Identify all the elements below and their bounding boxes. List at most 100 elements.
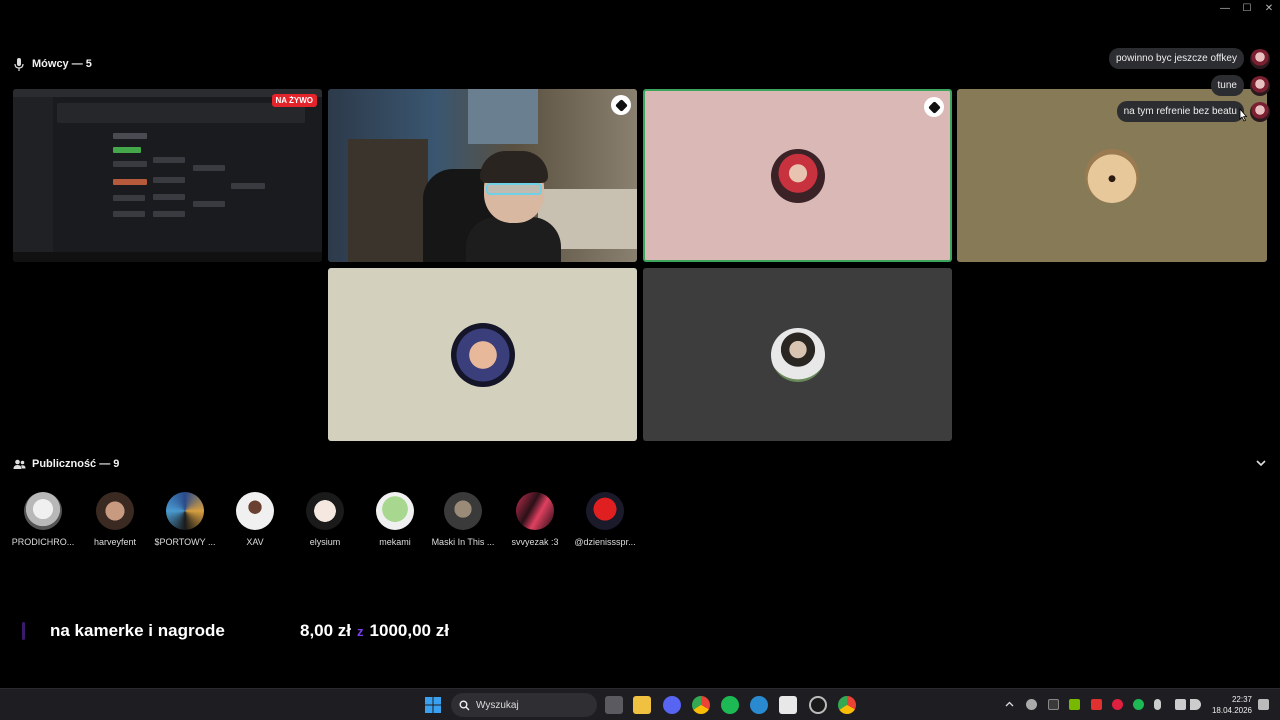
participant-tile-portrait[interactable] [643,268,952,441]
member-avatar [586,492,624,530]
chat-message: powinno byc jeszcze offkey [1109,48,1270,69]
clock-time: 22:37 [1231,695,1252,704]
chat-bubble: powinno byc jeszcze offkey [1109,48,1244,69]
screen-block [153,177,185,183]
spotify-icon[interactable] [721,696,739,714]
goal-target: 1000,00 zł [369,621,449,640]
audience-member[interactable]: svvyezak :3 [503,492,567,547]
screen-share-sidebar [13,97,53,252]
mouse-pointer-icon [1239,108,1248,122]
audience-member[interactable]: mekami [363,492,427,547]
network-icon[interactable] [1175,699,1186,710]
chevron-down-icon[interactable] [1254,456,1268,470]
goal-current: 8,00 zł [300,621,352,640]
app-icon[interactable] [779,696,797,714]
chevron-up-icon[interactable] [1005,700,1014,709]
member-name: $PORTOWY ... [154,537,216,547]
chrome-icon[interactable] [692,696,710,714]
audience-member[interactable]: @dzienissspr... [573,492,637,547]
person-hair [480,151,548,183]
screen-block [193,165,225,171]
screen-share-panel [57,103,305,123]
member-name: PRODICHRO... [11,537,75,547]
tray-app-icon[interactable] [1091,699,1102,710]
close-button[interactable]: ✕ [1258,0,1280,16]
notification-icon[interactable] [1258,699,1269,710]
participant-avatar [770,148,825,203]
screen-share-tile[interactable]: NA ŻYWO [13,89,322,262]
participant-avatar [770,327,825,382]
microphone-tray-icon[interactable] [1154,699,1161,710]
spotify-tray-icon[interactable] [1133,699,1144,710]
taskbar-clock[interactable]: 22:37 18.04.2026 [1212,694,1252,716]
live-badge: NA ŻYWO [271,94,317,107]
goal-title: na kamerke i nagrode [50,621,225,640]
member-name: svvyezak :3 [511,537,559,547]
browser-icon[interactable] [750,696,768,714]
chrome-icon[interactable] [838,696,856,714]
audience-member[interactable]: Maski In This ... [431,492,495,547]
member-name: Maski In This ... [431,537,495,547]
speakers-label: Mówcy — 5 [32,58,92,70]
participant-avatar [1085,148,1139,203]
chat-avatar [1250,48,1270,69]
chat-bubble: tune [1210,75,1244,96]
participant-avatar [450,322,515,387]
screen-block [193,201,225,207]
camera-person [466,149,561,262]
volume-icon[interactable] [1190,699,1201,710]
camera-background [348,139,428,262]
speakers-header: Mówcy — 5 [12,57,92,71]
screen-block [153,194,185,200]
audience-member[interactable]: XAV [223,492,287,547]
sync-icon[interactable] [1026,699,1037,710]
goal-amounts: 8,00 zł z 1000,00 zł [300,621,449,641]
window-controls: — ☐ ✕ [1214,0,1280,16]
member-avatar [376,492,414,530]
taskbar: Wyszukaj 22:37 18.04.2026 [0,688,1280,720]
tray-app-icon[interactable] [1048,699,1059,710]
audience-member[interactable]: harveyfent [83,492,147,547]
member-name: harveyfent [93,537,137,547]
nvidia-icon[interactable] [1069,699,1080,710]
member-avatar [236,492,274,530]
tray-app-icon[interactable] [1112,699,1123,710]
windows-start-icon[interactable] [424,696,442,714]
search-icon [459,700,470,710]
member-avatar [306,492,344,530]
audience-member[interactable]: PRODICHRO... [11,492,75,547]
file-explorer-icon[interactable] [633,696,651,714]
audience-label: Publiczność — 9 [32,458,120,470]
participant-tile-pink[interactable] [643,89,952,262]
screen-share-taskbar [13,252,322,262]
screen-block [113,179,147,185]
audience-member[interactable]: $PORTOWY ... [153,492,217,547]
maximize-button[interactable]: ☐ [1236,0,1258,16]
screen-block [113,161,147,167]
member-avatar [444,492,482,530]
search-placeholder: Wyszukaj [476,699,519,711]
host-badge-icon [924,97,944,117]
taskbar-search[interactable]: Wyszukaj [451,693,597,717]
minimize-button[interactable]: — [1214,0,1236,16]
member-name: mekami [379,537,411,547]
screen-block [153,211,185,217]
person-body [466,217,561,262]
member-name: @dzienissspr... [574,537,636,547]
audience-member[interactable]: elysium [293,492,357,547]
participant-tile-emblem[interactable] [328,268,637,441]
screen-block [153,157,185,163]
camera-background [468,89,538,144]
obs-icon[interactable] [809,696,827,714]
member-name: elysium [309,537,341,547]
task-view-icon[interactable] [605,696,623,714]
microphone-icon [12,57,26,71]
chat-avatar [1250,75,1270,96]
chat-bubble: na tym refrenie bez beatu [1116,101,1244,122]
discord-icon[interactable] [663,696,681,714]
screen-block [231,183,265,189]
screen-block [113,133,147,139]
member-avatar [166,492,204,530]
camera-tile[interactable] [328,89,637,262]
goal-progress-bar [22,622,25,640]
